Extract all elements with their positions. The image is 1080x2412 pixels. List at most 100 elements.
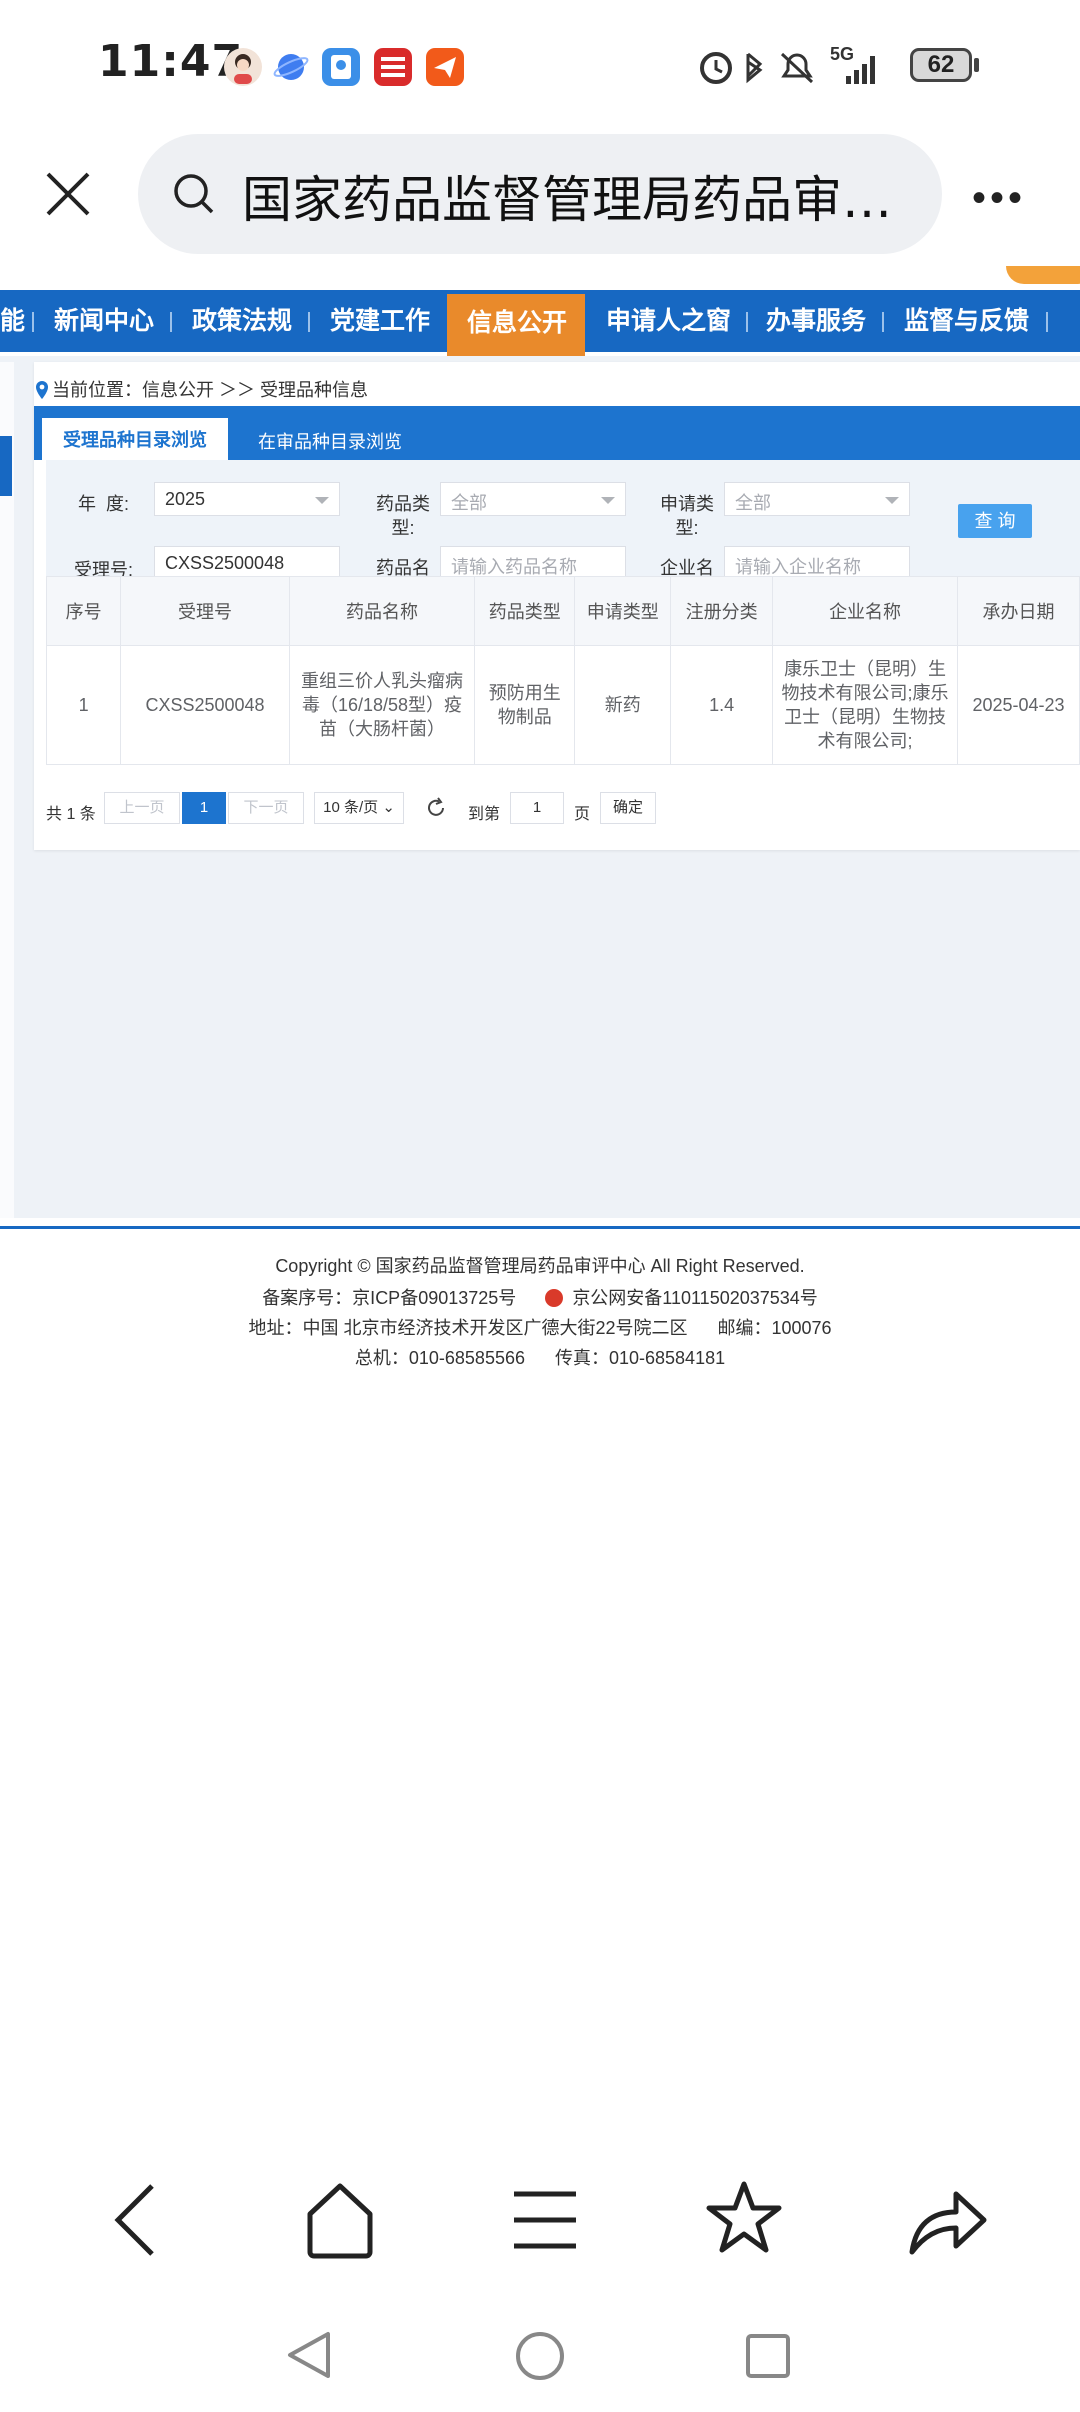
- system-home-icon[interactable]: [514, 2330, 566, 2382]
- bookmark-star-icon[interactable]: [704, 2178, 784, 2258]
- close-icon[interactable]: [44, 170, 92, 218]
- planet-app-icon: [272, 48, 310, 86]
- company-input[interactable]: 请输入企业名称: [724, 546, 910, 580]
- location-pin-icon: [36, 381, 48, 399]
- page-1-button[interactable]: 1: [182, 792, 226, 824]
- nav-item-policy[interactable]: 政策法规: [192, 290, 292, 352]
- cell-date: 2025-04-23: [956, 645, 1080, 765]
- menu-icon[interactable]: [510, 2186, 580, 2256]
- table-row[interactable]: 1 CXSS2500048 重组三价人乳头瘤病毒（16/18/58型）疫苗（大肠…: [45, 645, 1080, 765]
- col-apply-type: 申请类型: [574, 576, 672, 646]
- nav-separator: [170, 312, 172, 332]
- year-label: 年 度:: [78, 494, 130, 514]
- cell-reg-class: 1.4: [670, 645, 774, 765]
- drug-type-label: 药品类 型:: [376, 492, 430, 540]
- page-unit-label: 页: [574, 806, 591, 823]
- footer-police[interactable]: 京公网安备11011502037534号: [572, 1288, 817, 1308]
- nav-separator: [882, 312, 884, 332]
- left-sidebar-marker: [0, 436, 12, 496]
- query-button[interactable]: 查 询: [958, 504, 1032, 538]
- next-page-button[interactable]: 下一页: [228, 792, 304, 824]
- cell-drug-name: 重组三价人乳头瘤病毒（16/18/58型）疫苗（大肠杆菌）: [288, 645, 476, 765]
- plane-app-icon: [426, 48, 464, 86]
- chevron-down-icon: [601, 497, 615, 504]
- cell-drug-type: 预防用生物制品: [474, 645, 576, 765]
- pager-total: 共 1 条: [46, 806, 96, 823]
- orange-partial-button[interactable]: [1006, 266, 1080, 284]
- battery-icon: 62: [910, 48, 972, 82]
- system-recents-icon[interactable]: [744, 2332, 792, 2380]
- chevron-down-icon: [885, 497, 899, 504]
- nav-separator: [746, 312, 748, 332]
- breadcrumb: 当前位置：信息公开 ＞＞ 受理品种信息: [52, 380, 369, 400]
- police-badge-icon: [545, 1289, 564, 1307]
- drug-type-select[interactable]: 全部: [440, 482, 626, 516]
- col-accept-no: 受理号: [120, 576, 290, 646]
- col-company: 企业名称: [772, 576, 958, 646]
- battery-level: 62: [927, 51, 955, 78]
- nav-separator: [32, 312, 34, 332]
- chevron-down-icon: ⌄: [382, 799, 395, 816]
- drug-type-label-line2: 型:: [391, 518, 415, 538]
- goto-page-input[interactable]: 1: [510, 792, 564, 824]
- nav-separator: [308, 312, 310, 332]
- results-table: 序号 受理号 药品名称 药品类型 申请类型 注册分类 企业名称 承办日期 1 C…: [45, 576, 1080, 765]
- nav-item-applicant[interactable]: 申请人之窗: [606, 290, 731, 352]
- apply-type-select[interactable]: 全部: [724, 482, 910, 516]
- more-icon[interactable]: •••: [972, 176, 1026, 221]
- year-select[interactable]: 2025: [154, 482, 340, 516]
- footer-icp[interactable]: 备案序号：京ICP备09013725号: [262, 1288, 516, 1308]
- col-drug-name: 药品名称: [288, 576, 476, 646]
- page-size-value: 10 条/页: [323, 799, 379, 816]
- nav-item-party[interactable]: 党建工作: [330, 290, 430, 352]
- search-icon: [174, 174, 214, 214]
- col-date: 承办日期: [956, 576, 1080, 646]
- tab-accepted-catalog[interactable]: 受理品种目录浏览: [42, 418, 228, 460]
- nav-top-edge: [0, 270, 1080, 290]
- address-text[interactable]: 国家药品监督管理局药品审…: [242, 160, 892, 232]
- page-size-select[interactable]: 10 条/页 ⌄: [314, 792, 404, 824]
- signal-icon: [846, 56, 875, 84]
- apply-type-label-line1: 申请类: [660, 494, 714, 514]
- nav-item-news[interactable]: 新闻中心: [54, 290, 154, 352]
- year-value: 2025: [165, 489, 206, 509]
- cell-apply-type: 新药: [574, 645, 672, 765]
- nav-item-feedback[interactable]: 监督与反馈: [904, 290, 1029, 352]
- wallet-app-icon: [322, 48, 360, 86]
- prev-page-button[interactable]: 上一页: [104, 792, 180, 824]
- apply-type-label-line2: 型:: [675, 518, 699, 538]
- cell-accept-no: CXSS2500048: [120, 645, 290, 765]
- confirm-button[interactable]: 确定: [600, 792, 656, 824]
- back-icon[interactable]: [110, 2180, 160, 2260]
- table-header-row: 序号 受理号 药品名称 药品类型 申请类型 注册分类 企业名称 承办日期: [45, 576, 1080, 646]
- securities-app-icon: [374, 48, 412, 86]
- home-icon[interactable]: [304, 2180, 376, 2260]
- nav-item-service[interactable]: 办事服务: [766, 290, 866, 352]
- avatar-app-icon: [224, 48, 262, 86]
- col-drug-type: 药品类型: [474, 576, 576, 646]
- drug-name-input[interactable]: 请输入药品名称: [440, 546, 626, 580]
- system-back-icon[interactable]: [284, 2330, 334, 2380]
- accept-no-input[interactable]: CXSS2500048: [154, 546, 340, 580]
- goto-label: 到第: [468, 806, 501, 823]
- chevron-down-icon: [315, 497, 329, 504]
- cell-company: 康乐卫士（昆明）生物技术有限公司;康乐卫士（昆明）生物技术有限公司;: [772, 645, 958, 765]
- nav-item-partial[interactable]: 能: [0, 290, 25, 352]
- apply-type-value: 全部: [735, 493, 771, 513]
- tab-reviewing-catalog[interactable]: 在审品种目录浏览: [258, 428, 402, 454]
- footer-phone: 总机：010-68585566 传真：010-68584181: [354, 1348, 726, 1368]
- status-time: 11:47: [98, 36, 244, 87]
- nav-separator: [1046, 312, 1048, 332]
- col-reg-class: 注册分类: [670, 576, 774, 646]
- footer-copyright: Copyright © 国家药品监督管理局药品审评中心 All Right Re…: [275, 1256, 805, 1276]
- apply-type-label: 申请类 型:: [660, 492, 714, 540]
- share-icon[interactable]: [906, 2180, 988, 2260]
- drug-type-label-line1: 药品类: [376, 494, 430, 514]
- footer-divider: [0, 1226, 1080, 1229]
- cell-index: 1: [45, 645, 122, 765]
- footer-record: 备案序号：京ICP备09013725号 京公网安备11011502037534号: [0, 1284, 1080, 1310]
- nav-item-info-public[interactable]: 信息公开: [467, 292, 567, 354]
- status-icons: 5G 62: [694, 42, 984, 92]
- footer-address: 地址：中国 北京市经济技术开发区广德大街22号院二区 邮编：100076: [248, 1318, 832, 1338]
- refresh-icon[interactable]: [424, 796, 448, 820]
